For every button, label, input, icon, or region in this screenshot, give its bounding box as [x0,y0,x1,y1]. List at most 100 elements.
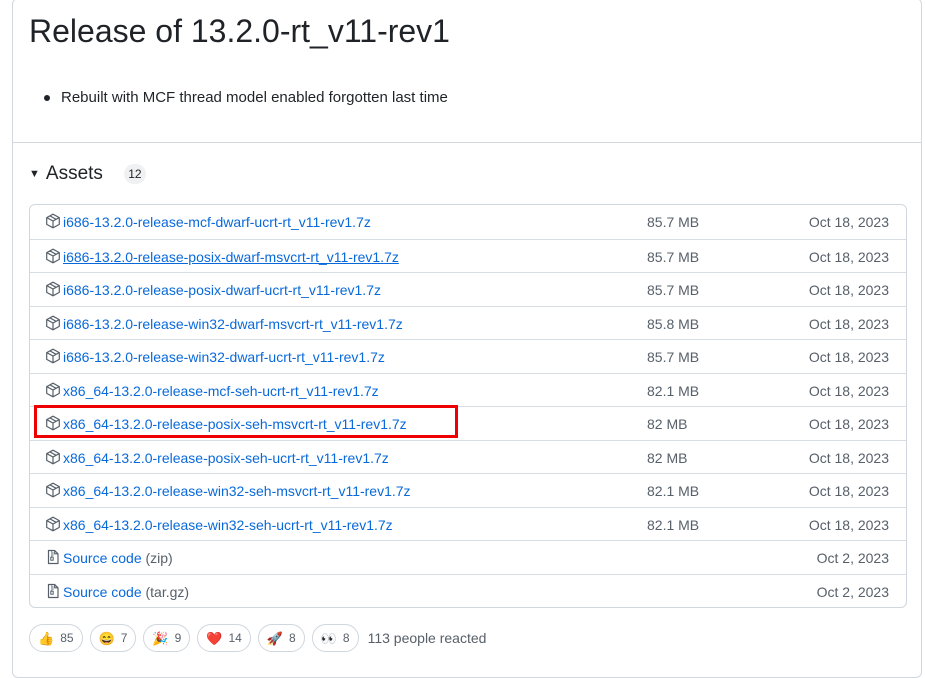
asset-size: 82 MB [647,416,688,432]
asset-name: Source code [63,583,142,600]
file-zip-icon [45,583,61,599]
release-title: Release of 13.2.0-rt_v11-rev1 [29,13,450,49]
reaction-laugh-button[interactable]: 😄 7 [89,624,137,652]
asset-date: Oct 18, 2023 [808,483,889,499]
asset-link[interactable]: x86_64-13.2.0-release-posix-seh-ucrt-rt_… [63,449,389,467]
laugh-icon: 😄 [98,630,115,646]
package-icon [45,315,61,331]
asset-name: i686-13.2.0-release-posix-dwarf-ucrt-rt_… [63,282,381,298]
asset-name: i686-13.2.0-release-win32-dwarf-msvcrt-r… [63,315,403,332]
file-zip-icon [45,549,61,565]
asset-name: i686-13.2.0-release-posix-dwarf-msvcrt-r… [63,248,399,265]
package-icon [45,248,61,264]
asset-name: x86_64-13.2.0-release-mcf-seh-ucrt-rt_v1… [63,382,379,399]
assets-list: i686-13.2.0-release-mcf-dwarf-ucrt-rt_v1… [29,204,907,608]
asset-name: x86_64-13.2.0-release-posix-seh-ucrt-rt_… [63,449,389,466]
asset-link[interactable]: i686-13.2.0-release-posix-dwarf-ucrt-rt_… [63,281,381,299]
reaction-heart-button[interactable]: ❤️ 14 [197,624,251,652]
assets-heading: Assets [45,163,103,184]
asset-date: Oct 18, 2023 [808,315,889,332]
asset-row: i686-13.2.0-release-posix-dwarf-msvcrt-r… [30,238,906,273]
eyes-icon: 👀 [320,630,337,646]
asset-link[interactable]: Source code (tar.gz) [63,583,189,601]
package-icon [45,382,61,398]
reaction-count: 14 [228,631,242,645]
package-icon [45,415,61,431]
release-notes: Rebuilt with MCF thread model enabled fo… [44,86,448,110]
reaction-count: 8 [289,631,296,645]
package-icon [45,281,61,297]
assets-count-badge: 12 [123,164,146,184]
package-icon [45,213,61,229]
asset-size: 82 MB [647,449,688,466]
asset-date: Oct 18, 2023 [808,449,889,466]
asset-size: 85.7 MB [647,282,700,298]
asset-size: 85.7 MB [647,349,700,365]
asset-row: i686-13.2.0-release-win32-dwarf-msvcrt-r… [30,305,906,340]
asset-date: Oct 18, 2023 [808,248,889,265]
asset-date: Oct 18, 2023 [808,516,889,533]
reaction-hooray-button[interactable]: 🎉 9 [143,624,191,652]
asset-format-suffix: (zip) [145,550,173,566]
asset-link[interactable]: x86_64-13.2.0-release-win32-seh-msvcrt-r… [63,482,411,500]
caret-down-icon: ▼ [29,167,40,180]
asset-date: Oct 2, 2023 [816,583,889,600]
assets-toggle[interactable]: ▼ Assets 12 [29,160,146,188]
asset-size: 85.7 MB [647,214,700,230]
package-icon [45,449,61,465]
asset-link[interactable]: x86_64-13.2.0-release-posix-seh-msvcrt-r… [63,415,407,433]
asset-date: Oct 18, 2023 [808,416,889,432]
asset-row: x86_64-13.2.0-release-win32-seh-ucrt-rt_… [30,506,906,541]
asset-row: x86_64-13.2.0-release-mcf-seh-ucrt-rt_v1… [30,372,906,407]
asset-size: 85.7 MB [647,248,700,265]
asset-row: x86_64-13.2.0-release-win32-seh-msvcrt-r… [30,473,906,507]
asset-name: i686-13.2.0-release-mcf-dwarf-ucrt-rt_v1… [63,214,371,230]
reactions-bar: 👍 85 😄 7 🎉 9 ❤️ 14 🚀 8 👀 8 113 people reacted [29,624,486,652]
reactions-summary: 113 people reacted [367,630,487,646]
package-icon [45,482,61,498]
asset-row: i686-13.2.0-release-posix-dwarf-ucrt-rt_… [30,272,906,306]
asset-format-suffix: (tar.gz) [145,583,190,600]
section-divider [12,142,922,143]
asset-size: 82.1 MB [647,483,700,499]
asset-row: Source code (zip) Oct 2, 2023 [30,540,906,574]
asset-name: x86_64-13.2.0-release-win32-seh-msvcrt-r… [63,483,411,499]
asset-name: x86_64-13.2.0-release-posix-seh-msvcrt-r… [63,416,407,432]
asset-date: Oct 2, 2023 [816,550,889,566]
asset-name: Source code [63,550,142,566]
asset-size: 85.8 MB [647,315,700,332]
reaction-eyes-button[interactable]: 👀 8 [311,624,359,652]
asset-row: x86_64-13.2.0-release-posix-seh-msvcrt-r… [30,406,906,440]
package-icon [45,516,61,532]
rocket-icon: 🚀 [266,630,284,646]
asset-name: i686-13.2.0-release-win32-dwarf-ucrt-rt_… [63,349,385,365]
asset-date: Oct 18, 2023 [808,349,889,365]
reaction-count: 7 [120,631,128,645]
reaction-thumbs-up-button[interactable]: 👍 85 [29,624,83,652]
asset-row: i686-13.2.0-release-mcf-dwarf-ucrt-rt_v1… [30,205,906,239]
reaction-count: 8 [342,631,350,645]
asset-link[interactable]: i686-13.2.0-release-win32-dwarf-msvcrt-r… [63,315,403,333]
asset-date: Oct 18, 2023 [808,282,889,298]
reaction-count: 9 [174,631,182,645]
release-note-item: Rebuilt with MCF thread model enabled fo… [44,86,448,110]
asset-row: i686-13.2.0-release-win32-dwarf-ucrt-rt_… [30,339,906,373]
asset-date: Oct 18, 2023 [808,214,889,230]
asset-link[interactable]: i686-13.2.0-release-posix-dwarf-msvcrt-r… [63,248,399,266]
reaction-rocket-button[interactable]: 🚀 8 [257,624,305,652]
reaction-count: 85 [60,631,74,645]
heart-icon: ❤️ [206,630,223,646]
thumbs-up-icon: 👍 [38,630,55,646]
asset-size: 82.1 MB [647,516,700,533]
asset-name: x86_64-13.2.0-release-win32-seh-ucrt-rt_… [63,516,393,533]
asset-link[interactable]: x86_64-13.2.0-release-win32-seh-ucrt-rt_… [63,516,393,534]
asset-row: x86_64-13.2.0-release-posix-seh-ucrt-rt_… [30,439,906,474]
hooray-icon: 🎉 [152,630,169,646]
asset-link[interactable]: i686-13.2.0-release-mcf-dwarf-ucrt-rt_v1… [63,213,371,231]
asset-date: Oct 18, 2023 [808,382,889,399]
asset-link[interactable]: i686-13.2.0-release-win32-dwarf-ucrt-rt_… [63,348,385,366]
asset-row: Source code (tar.gz) Oct 2, 2023 [30,573,906,608]
asset-link[interactable]: Source code (zip) [63,549,173,567]
package-icon [45,348,61,364]
asset-link[interactable]: x86_64-13.2.0-release-mcf-seh-ucrt-rt_v1… [63,382,379,400]
